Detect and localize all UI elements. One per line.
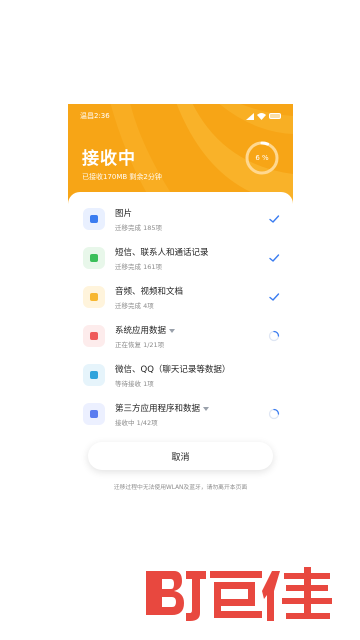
- transfer-item[interactable]: 图片迁移完成 185项: [68, 200, 293, 239]
- folder-icon: [83, 286, 105, 308]
- item-title: 图片: [115, 207, 132, 219]
- item-title: 系统应用数据: [115, 324, 176, 336]
- check-icon: [269, 254, 280, 262]
- wifi-icon: [257, 112, 266, 120]
- item-status: 迁移完成 185项: [115, 224, 162, 232]
- item-title: 音频、视频和文档: [115, 285, 183, 297]
- transfer-item[interactable]: 短信、联系人和通话记录 迁移完成 161项: [68, 239, 293, 278]
- transfer-item[interactable]: 微信、QQ（聊天记录等数据） 等待接收 1项: [68, 356, 293, 395]
- document-icon: [83, 403, 105, 425]
- transfer-item[interactable]: 第三方应用程序和数据 接收中 1/42项: [68, 395, 293, 434]
- chevron-down-icon[interactable]: [169, 328, 176, 333]
- signal-icon: [246, 112, 254, 120]
- check-icon: [269, 215, 280, 223]
- progress-percent: 6 %: [255, 154, 269, 162]
- item-title-text: 第三方应用程序和数据: [115, 404, 201, 414]
- transfer-summary: 已接收170MB 剩余2分钟: [82, 173, 162, 181]
- item-title: 微信、QQ（聊天记录等数据）: [115, 363, 230, 375]
- status-bar: 温昌2:36: [80, 110, 281, 122]
- messages-icon: [83, 247, 105, 269]
- status-time: 温昌2:36: [80, 112, 110, 120]
- item-title-text: 短信、联系人和通话记录: [115, 248, 209, 258]
- cancel-button[interactable]: 取消: [88, 442, 273, 470]
- system-apps-icon: [83, 325, 105, 347]
- check-icon: [269, 293, 280, 301]
- item-title-text: 图片: [115, 209, 133, 219]
- item-status: 等待接收 1项: [115, 380, 154, 388]
- photos-icon: [83, 208, 105, 230]
- battery-icon: [269, 113, 281, 119]
- item-status: 接收中 1/42项: [115, 419, 158, 427]
- item-title: 第三方应用程序和数据: [115, 402, 210, 414]
- footer-note: 迁移过程中无法使用WLAN及蓝牙，请勿离开本页面: [113, 485, 248, 491]
- item-title: 短信、联系人和通话记录: [115, 246, 209, 258]
- watermark-logo: [146, 567, 332, 621]
- hero-header: 温昌2:36 接收中 已接收170MB 剩余2分钟 6 %: [68, 104, 293, 204]
- loading-spinner-icon: [268, 330, 280, 342]
- screenshot-page: 温昌2:36 接收中 已接收170MB 剩余2分钟 6 % 图片迁移完成 185…: [0, 0, 360, 640]
- chat-icon: [83, 364, 105, 386]
- chevron-down-icon[interactable]: [203, 406, 210, 411]
- item-status: 迁移完成 4项: [115, 302, 154, 310]
- item-status: 正在恢复 1/21项: [115, 341, 165, 349]
- items-sheet: 图片 迁移完成 185项 短信、联系人和通话记录 迁移完成 161项 音频、视频和文档迁…: [68, 192, 293, 506]
- item-status: 迁移完成 161项: [115, 263, 162, 271]
- loading-spinner-icon: [268, 408, 280, 420]
- phone-screen: 温昌2:36 接收中 已接收170MB 剩余2分钟 6 % 图片迁移完成 185…: [68, 104, 293, 506]
- item-title-text: 音频、视频和文档: [115, 287, 184, 297]
- item-title-text: 系统应用数据: [115, 326, 167, 336]
- item-title-text: 微信、QQ（聊天记录等数据）: [115, 365, 231, 375]
- transfer-item-list: 图片 迁移完成 185项 短信、联系人和通话记录 迁移完成 161项 音频、视频和文档迁…: [68, 200, 293, 434]
- transfer-item[interactable]: 系统应用数据 正在恢复 1/21项: [68, 317, 293, 356]
- transfer-item[interactable]: 音频、视频和文档 迁移完成 4项: [68, 278, 293, 317]
- page-title: 接收中: [82, 149, 136, 169]
